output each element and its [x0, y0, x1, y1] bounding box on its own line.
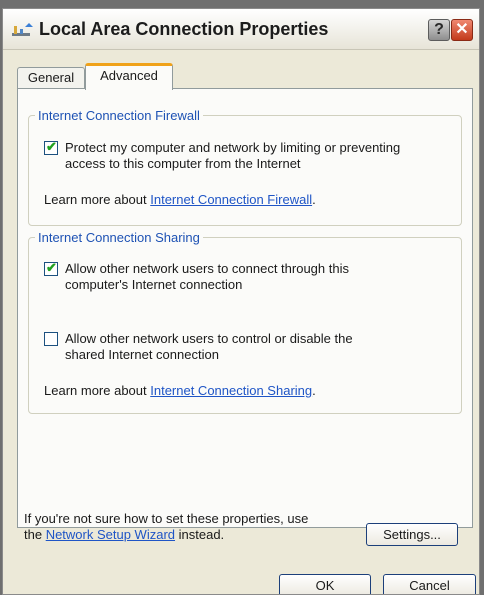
sharing-learn-more-prefix: Learn more about	[44, 383, 151, 398]
allow-connect-checkbox[interactable]: ✔	[44, 260, 58, 276]
allow-control-checkbox[interactable]	[44, 332, 58, 346]
allow-connect-label[interactable]: Allow other network users to connect thr…	[65, 261, 349, 293]
allow-control-label-line2: shared Internet connection	[65, 347, 219, 362]
setup-hint-prefix: the	[24, 527, 46, 542]
setup-hint-suffix: instead.	[175, 527, 225, 542]
help-button[interactable]: ?	[428, 19, 450, 41]
protect-computer-label-line2: access to this computer from the Interne…	[65, 156, 301, 171]
allow-control-label[interactable]: Allow other network users to control or …	[65, 331, 353, 363]
network-connection-icon	[12, 23, 33, 36]
ok-button[interactable]: OK	[279, 574, 371, 594]
protect-computer-checkbox[interactable]: ✔	[44, 139, 58, 155]
check-mark-icon: ✔	[46, 260, 57, 275]
setup-hint: If you're not sure how to set these prop…	[24, 511, 308, 543]
sharing-learn-more: Learn more about Internet Connection Sha…	[44, 383, 316, 399]
tab-advanced[interactable]: Advanced	[85, 63, 173, 90]
setup-hint-line1: If you're not sure how to set these prop…	[24, 511, 309, 526]
sharing-learn-more-link[interactable]: Internet Connection Sharing	[150, 383, 312, 398]
network-setup-wizard-link[interactable]: Network Setup Wizard	[46, 527, 175, 542]
check-mark-icon: ✔	[46, 139, 57, 154]
cancel-button[interactable]: Cancel	[383, 574, 476, 594]
sharing-learn-more-suffix: .	[312, 383, 316, 398]
title-bar[interactable]: Local Area Connection Properties ? ✕	[3, 9, 479, 50]
sharing-group-legend: Internet Connection Sharing	[35, 230, 203, 245]
protect-computer-label[interactable]: Protect my computer and network by limit…	[65, 140, 400, 172]
firewall-learn-more: Learn more about Internet Connection Fir…	[44, 192, 316, 208]
window-title: Local Area Connection Properties	[39, 19, 329, 39]
protect-computer-label-line1: Protect my computer and network by limit…	[65, 140, 401, 155]
tab-general[interactable]: General	[17, 67, 85, 89]
firewall-learn-more-link[interactable]: Internet Connection Firewall	[150, 192, 312, 207]
firewall-learn-more-prefix: Learn more about	[44, 192, 151, 207]
allow-control-label-line1: Allow other network users to control or …	[65, 331, 353, 346]
firewall-group-legend: Internet Connection Firewall	[35, 108, 203, 123]
allow-connect-label-line2: computer's Internet connection	[65, 277, 243, 292]
close-button[interactable]: ✕	[451, 19, 473, 41]
firewall-learn-more-suffix: .	[312, 192, 316, 207]
setup-hint-line2: the Network Setup Wizard instead.	[24, 527, 308, 543]
settings-button[interactable]: Settings...	[366, 523, 458, 546]
allow-connect-label-line1: Allow other network users to connect thr…	[65, 261, 349, 276]
properties-dialog: Local Area Connection Properties ? ✕ Gen…	[2, 8, 480, 595]
